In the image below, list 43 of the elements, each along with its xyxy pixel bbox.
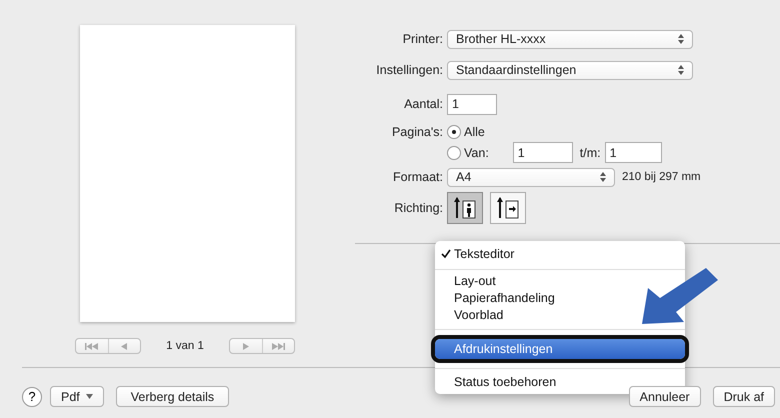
cancel-button[interactable]: Annuleer: [628, 386, 701, 407]
menu-item[interactable]: Teksteditor: [435, 244, 526, 264]
copies-field[interactable]: 1: [447, 94, 497, 114]
paper-size-popup[interactable]: A4: [447, 168, 615, 186]
hide-details-button[interactable]: Verberg details: [116, 386, 230, 407]
last-page-icon: [272, 342, 285, 350]
field-label: Pagina's:: [390, 124, 443, 141]
menu-item[interactable]: Papierafhandeling: [435, 290, 567, 307]
from-page-field[interactable]: 1: [512, 142, 573, 163]
printer-popup[interactable]: Brother HL-xxxx: [447, 30, 693, 48]
radio-button[interactable]: [447, 125, 461, 139]
preset-popup[interactable]: Standaardinstellingen: [447, 60, 693, 80]
radio-label: Van:: [464, 146, 489, 160]
print-button[interactable]: Druk af: [712, 386, 775, 407]
paper-dimensions: 210 bij 297 mm: [622, 171, 701, 183]
field-label: t/m:: [580, 146, 601, 160]
previous-page-icon: [121, 342, 128, 350]
field-label: Instellingen:: [375, 63, 443, 77]
stepper-arrows-icon: [678, 34, 684, 44]
page-navigation-control[interactable]: [75, 338, 141, 354]
field-label: Formaat:: [392, 170, 443, 184]
help-button[interactable]: ?: [22, 386, 42, 406]
dropdown-caret-icon: [86, 394, 93, 399]
orientation-button[interactable]: [447, 192, 483, 224]
field-label: Richting:: [393, 201, 443, 215]
pdf-menu-button[interactable]: Pdf: [50, 386, 104, 407]
menu-item[interactable]: Status toebehoren: [435, 374, 568, 391]
checkmark-icon: [441, 249, 451, 259]
menu-item[interactable]: Lay-out: [435, 273, 508, 290]
stepper-arrows-icon: [600, 172, 606, 182]
menu-item[interactable]: Voorblad: [435, 307, 516, 324]
orientation-button[interactable]: [490, 192, 526, 224]
next-page-icon: [242, 342, 249, 350]
radio-button[interactable]: [447, 146, 461, 160]
page-count: 1 van 1: [165, 340, 205, 352]
field-label: Printer:: [402, 32, 443, 46]
radio-label: Alle: [464, 125, 485, 139]
menu-item[interactable]: Afdrukinstellingen: [435, 339, 685, 359]
page-navigation-control[interactable]: [229, 338, 295, 354]
first-page-icon: [85, 342, 98, 350]
stepper-arrows-icon: [678, 65, 684, 75]
to-page-field[interactable]: 1: [604, 142, 662, 163]
field-label: Aantal:: [403, 97, 443, 111]
